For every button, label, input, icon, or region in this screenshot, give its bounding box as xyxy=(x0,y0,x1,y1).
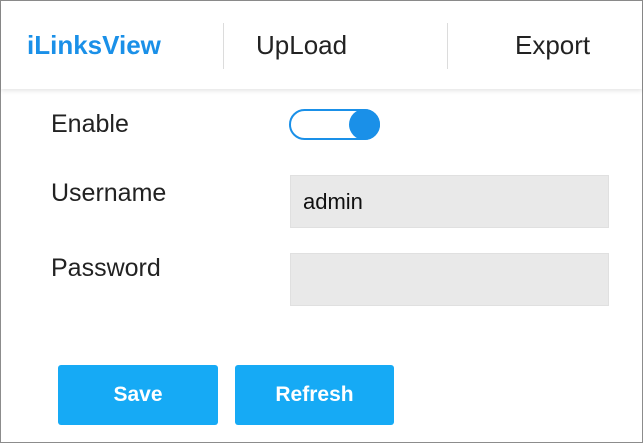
tab-divider xyxy=(447,23,448,69)
toggle-knob xyxy=(349,109,380,140)
tab-divider xyxy=(223,23,224,69)
refresh-button[interactable]: Refresh xyxy=(235,365,394,425)
tab-ilinksview[interactable]: iLinksView xyxy=(27,1,161,89)
password-label: Password xyxy=(51,254,161,282)
username-label: Username xyxy=(51,179,167,207)
tab-bar: iLinksView UpLoad Export xyxy=(1,1,642,89)
password-field[interactable] xyxy=(290,253,609,306)
tab-export[interactable]: Export xyxy=(515,1,590,89)
tab-upload[interactable]: UpLoad xyxy=(256,1,347,89)
save-button[interactable]: Save xyxy=(58,365,218,425)
enable-toggle[interactable] xyxy=(289,109,380,140)
username-field[interactable] xyxy=(290,175,609,228)
enable-label: Enable xyxy=(51,110,129,138)
settings-window: iLinksView UpLoad Export Enable Username… xyxy=(0,0,643,443)
